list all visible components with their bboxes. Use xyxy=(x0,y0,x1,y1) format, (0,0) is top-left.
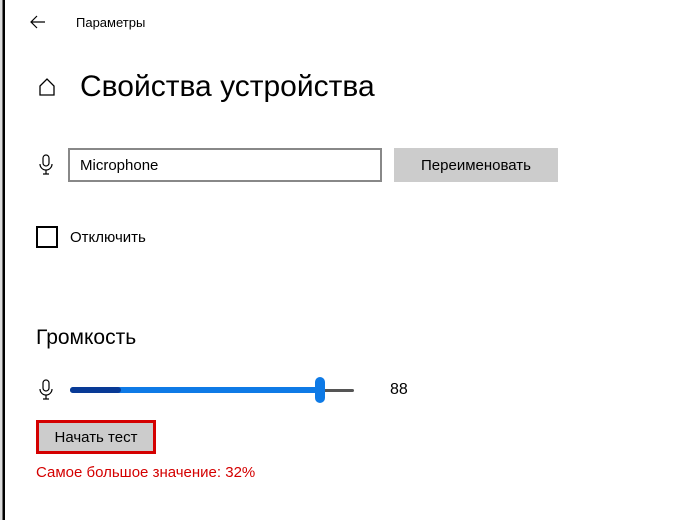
device-name-input[interactable] xyxy=(68,148,382,182)
volume-slider[interactable] xyxy=(70,380,354,400)
page-title-row: Свойства устройства xyxy=(0,70,680,104)
volume-value: 88 xyxy=(390,381,408,399)
header-title: Параметры xyxy=(76,15,145,30)
device-name-row: Переименовать xyxy=(36,148,680,182)
disable-label: Отключить xyxy=(70,229,146,246)
volume-section-title: Громкость xyxy=(36,326,680,350)
volume-row: 88 xyxy=(36,378,680,402)
slider-thumb[interactable] xyxy=(315,377,325,403)
max-value-text: Самое большое значение: 32% xyxy=(36,464,680,481)
page-title: Свойства устройства xyxy=(80,70,375,104)
microphone-icon xyxy=(36,378,56,402)
disable-row: Отключить xyxy=(36,226,680,248)
arrow-left-icon xyxy=(30,14,46,30)
window-left-edge xyxy=(0,0,8,520)
home-icon xyxy=(36,76,58,98)
header-bar: Параметры xyxy=(0,0,680,44)
start-test-button[interactable]: Начать тест xyxy=(36,420,156,454)
slider-dark-fill xyxy=(70,387,121,393)
content-area: Переименовать Отключить Громкость 88 Нач… xyxy=(0,104,680,481)
rename-button[interactable]: Переименовать xyxy=(394,148,558,182)
back-button[interactable] xyxy=(28,12,48,32)
disable-checkbox[interactable] xyxy=(36,226,58,248)
microphone-icon xyxy=(36,153,56,177)
